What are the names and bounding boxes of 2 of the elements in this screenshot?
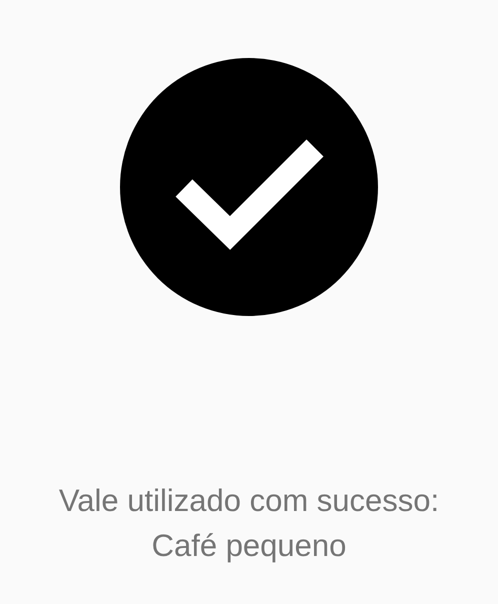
item-name: Café pequeno (152, 527, 346, 565)
success-message: Vale utilizado com sucesso: (58, 482, 440, 520)
